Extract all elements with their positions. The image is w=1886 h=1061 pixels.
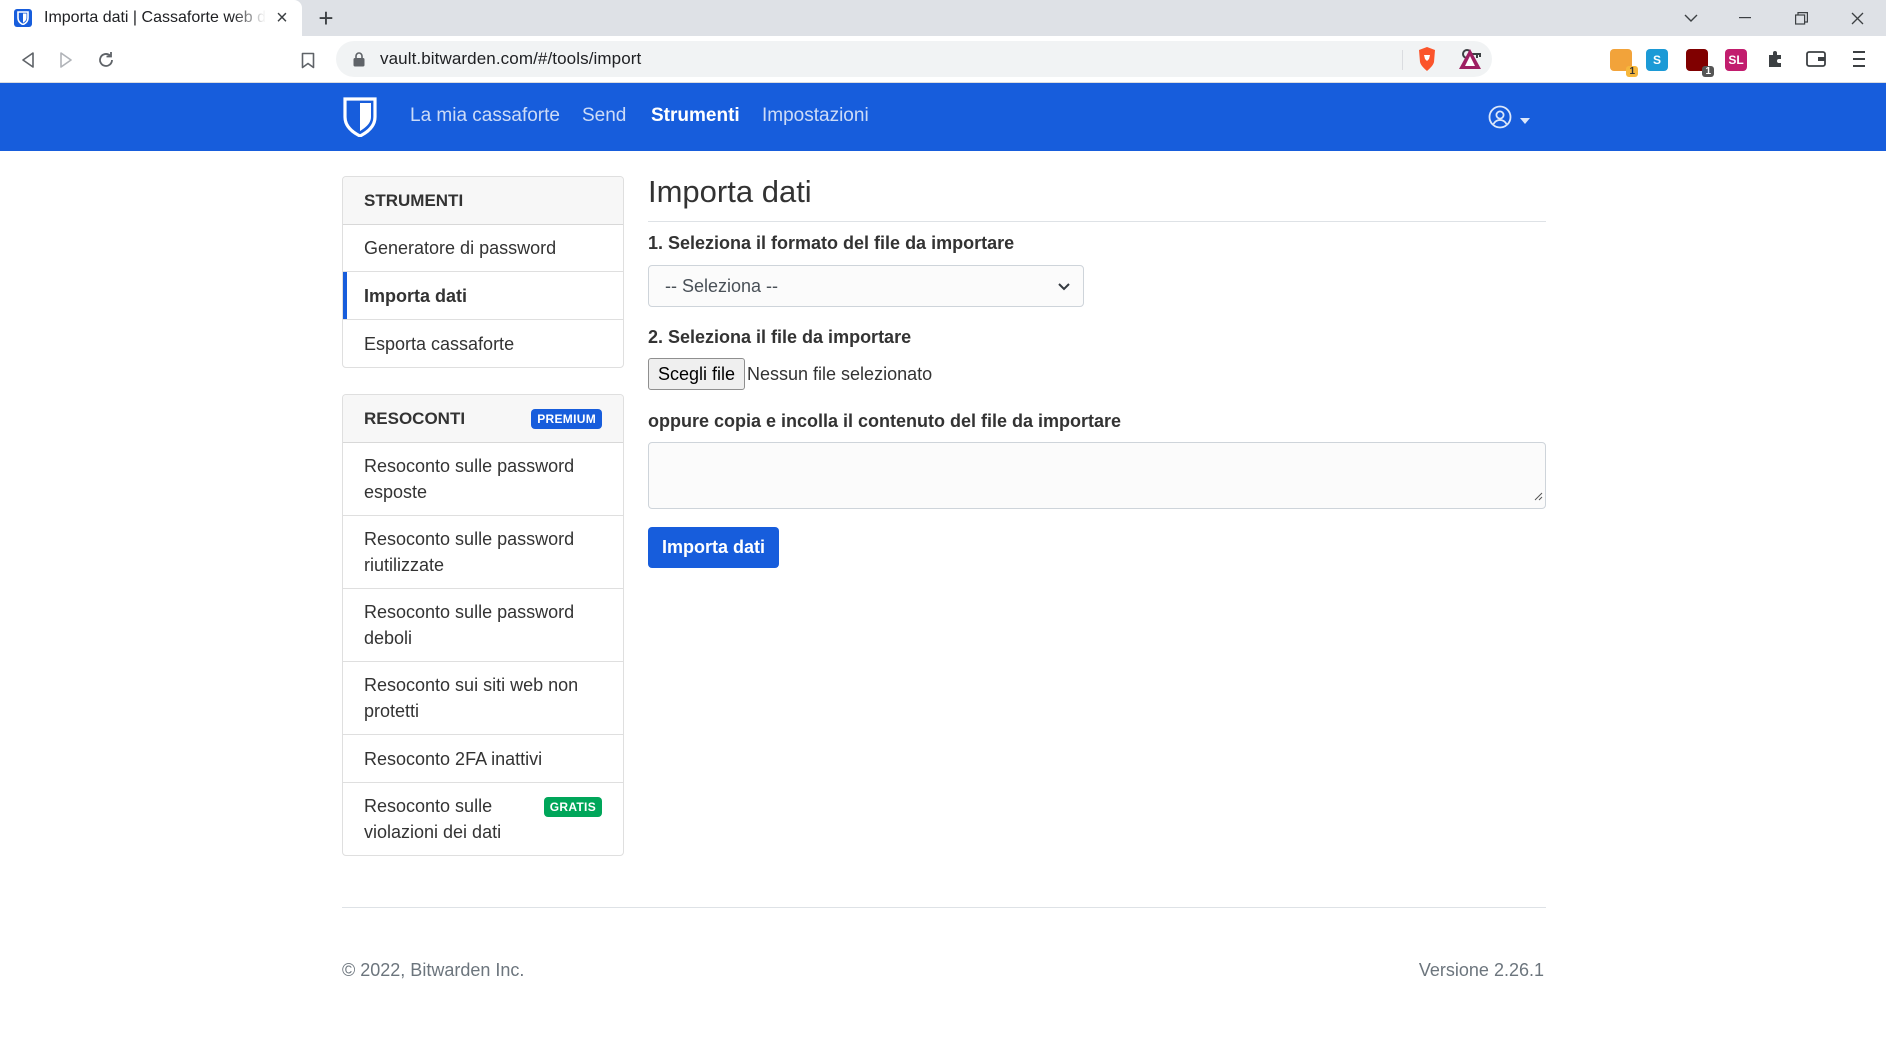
version-text: Versione 2.26.1 (1418, 960, 1544, 980)
app-navbar: La mia cassaforte Send Strumenti Imposta… (0, 83, 1886, 151)
file-contents-textarea[interactable] (648, 442, 1546, 509)
caret-down-icon (1520, 111, 1530, 129)
browser-tab-strip: Importa dati | Cassaforte web di Bitward… (0, 0, 1886, 36)
forward-icon[interactable] (52, 46, 80, 74)
bitwarden-logo-icon[interactable] (342, 97, 378, 138)
tab-title: Importa dati | Cassaforte web di Bitward… (44, 9, 266, 26)
browser-toolbar: vault.bitwarden.com/#/tools/import 1 S 1… (0, 36, 1886, 83)
bitwarden-favicon-icon (14, 9, 32, 27)
sidebar-item-label: Resoconto sulle password riutilizzate (364, 529, 575, 575)
format-label: 1. Seleziona il formato del file da impo… (648, 233, 1015, 253)
extension-badge: 1 (1702, 66, 1714, 77)
tools-card: STRUMENTI Generatore di password Importa… (342, 176, 624, 368)
sidebar-item-weak-passwords[interactable]: Resoconto sulle password deboli (343, 589, 623, 662)
url-text: vault.bitwarden.com/#/tools/import (380, 49, 642, 68)
sidebar-item-inactive-2fa[interactable]: Resoconto 2FA inattivi (343, 735, 623, 783)
browser-tab[interactable]: Importa dati | Cassaforte web di Bitward… (0, 0, 302, 36)
bookmark-icon[interactable] (294, 46, 322, 74)
extension-ublock-icon[interactable]: 1 (1686, 49, 1714, 77)
sidebar-item-unsecured-websites[interactable]: Resoconto sui siti web non protetti (343, 662, 623, 735)
extension-sl-icon[interactable]: SL (1725, 49, 1747, 71)
account-menu[interactable] (1488, 105, 1530, 134)
close-window-icon[interactable] (1834, 0, 1880, 36)
free-badge: GRATIS (543, 797, 602, 817)
sidebar-item-label: Resoconto sulle password deboli (364, 602, 575, 648)
sidebar-item-data-breach[interactable]: Resoconto sulle violazioni dei dati GRAT… (343, 783, 623, 855)
resize-grip-icon[interactable] (1533, 488, 1543, 506)
copyright-text: © 2022, Bitwarden Inc. (342, 960, 525, 980)
wallet-icon[interactable] (1806, 50, 1826, 73)
chevron-down-icon[interactable] (1668, 0, 1714, 36)
nav-link-settings[interactable]: Impostazioni (762, 105, 869, 127)
restore-icon[interactable] (1778, 0, 1824, 36)
sidebar-item-label: Importa dati (364, 285, 468, 306)
premium-badge: PREMIUM (531, 408, 602, 429)
choose-file-button[interactable]: Scegli file (648, 358, 746, 390)
footer-divider (342, 907, 1546, 908)
file-status: Nessun file selezionato (747, 364, 933, 384)
user-circle-icon (1488, 105, 1512, 134)
minimize-icon[interactable] (1722, 0, 1768, 36)
import-data-button[interactable]: Importa dati (648, 527, 780, 568)
format-select-value: -- Seleziona -- (665, 275, 779, 296)
extensions-icon[interactable] (1766, 49, 1786, 74)
sidebar-item-label: Generatore di password (364, 238, 557, 258)
file-label: 2. Seleziona il file da importare (648, 327, 912, 347)
back-icon[interactable] (14, 46, 42, 74)
close-icon[interactable]: × (272, 7, 292, 29)
tools-card-header: STRUMENTI (343, 177, 623, 225)
sidebar-item-label: Resoconto sulle violazioni dei dati (364, 796, 502, 842)
sidebar-item-reused-passwords[interactable]: Resoconto sulle password riutilizzate (343, 516, 623, 589)
sidebar-item-import-data[interactable]: Importa dati (343, 272, 623, 320)
sidebar-item-label: Esporta cassaforte (364, 333, 515, 354)
brave-shields-icon[interactable] (1416, 46, 1438, 77)
sidebar-item-label: Resoconto sui siti web non protetti (364, 675, 579, 721)
reports-card-header: RESOCONTI PREMIUM (343, 395, 623, 443)
page-title: Importa dati (648, 174, 812, 209)
format-select[interactable]: -- Seleziona -- (648, 265, 1084, 307)
extension-badge: 1 (1626, 66, 1638, 77)
tools-header-title: STRUMENTI (364, 190, 464, 210)
title-divider (648, 221, 1546, 222)
extension-sl-label: SL (1728, 53, 1744, 67)
plus-icon[interactable]: + (312, 3, 340, 33)
lock-icon[interactable] (352, 51, 366, 67)
sidebar-item-label: Resoconto 2FA inattivi (364, 748, 543, 769)
reports-header-title: RESOCONTI (364, 408, 466, 428)
brave-rewards-icon[interactable] (1458, 48, 1482, 75)
chevron-down-icon (1057, 278, 1071, 299)
menu-icon[interactable] (1852, 49, 1866, 74)
extension-s-icon[interactable]: S (1646, 49, 1668, 71)
nav-link-tools[interactable]: Strumenti (651, 105, 740, 127)
nav-link-vault[interactable]: La mia cassaforte (410, 105, 560, 127)
sidebar-item-label: Resoconto sulle password esposte (364, 456, 575, 502)
nav-link-send[interactable]: Send (582, 105, 626, 127)
sidebar-item-password-generator[interactable]: Generatore di password (343, 225, 623, 272)
reports-card: RESOCONTI PREMIUM Resoconto sulle passwo… (342, 394, 624, 856)
extension-honey-icon[interactable]: 1 (1610, 49, 1638, 77)
extension-s-label: S (1652, 53, 1661, 67)
sidebar-item-exposed-passwords[interactable]: Resoconto sulle password esposte (343, 443, 623, 516)
paste-label: oppure copia e incolla il contenuto del … (648, 411, 1122, 431)
address-bar[interactable]: vault.bitwarden.com/#/tools/import (336, 41, 1492, 77)
sidebar-item-export-vault[interactable]: Esporta cassaforte (343, 320, 623, 367)
reload-icon[interactable] (92, 46, 120, 74)
toolbar-divider (1402, 50, 1403, 70)
